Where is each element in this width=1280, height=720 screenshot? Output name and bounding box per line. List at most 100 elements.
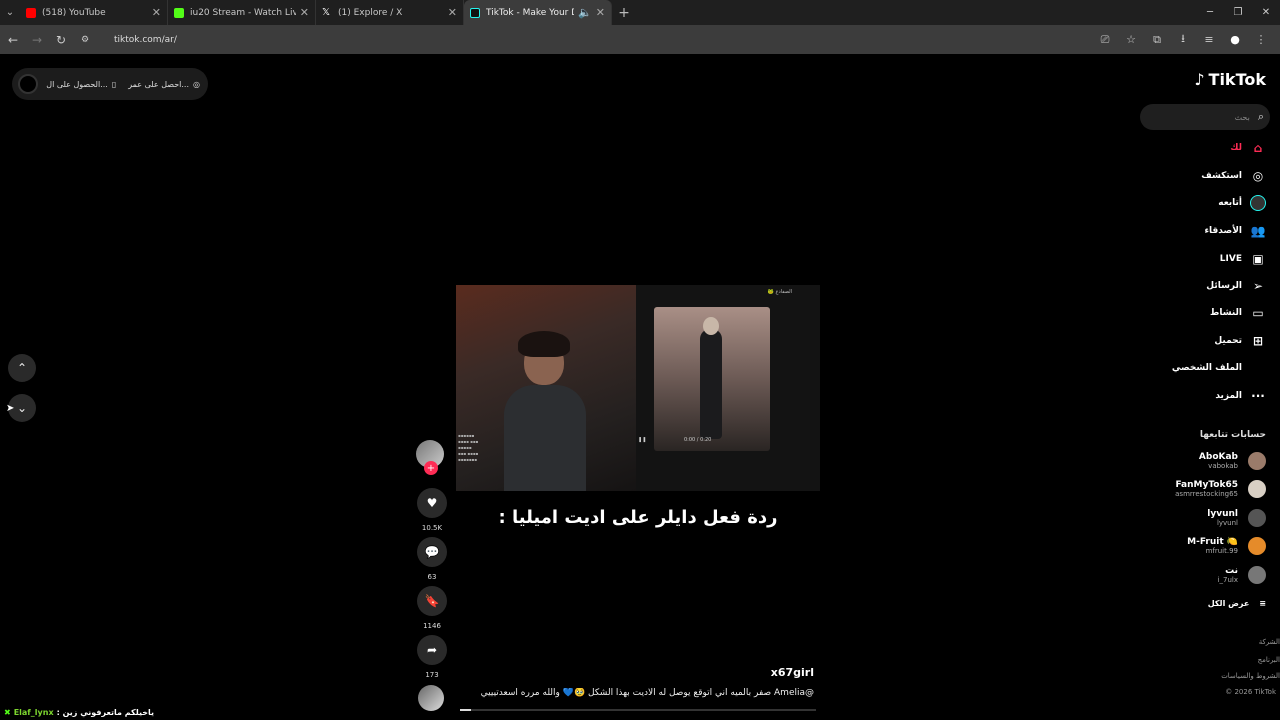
inner-time: 0:00 / 0:20 [683, 437, 712, 443]
get-desktop-app-button[interactable]: الحصول على ال... ▯ [46, 80, 116, 89]
site-info-icon[interactable]: ⚙ [74, 29, 96, 51]
get-desktop-label: الحصول على ال... [46, 79, 108, 89]
video-caption: ردة فعل دايلر على اديت اميليا : [498, 507, 778, 528]
nav-following[interactable]: أتابعه [1218, 195, 1266, 211]
pause-icon: ❚❚ [638, 437, 647, 443]
profile-avatar-icon[interactable]: ● [1222, 29, 1248, 51]
browser-toolbar: ← → ↻ ⚙ tiktok.com/ar/ ⎚ ☆ ⧉ ⭳ ≡ ● ⋮ [0, 25, 1280, 54]
account-item[interactable]: نت i_7ulx [1218, 566, 1266, 584]
window-close-icon[interactable]: ✕ [1252, 0, 1280, 25]
nav-more[interactable]: المزيد ··· [1215, 388, 1266, 404]
tab-tiktok[interactable]: TikTok - Make Your Day 🔈 ✕ [464, 0, 612, 25]
account-item[interactable]: AboKab vabokab [1199, 452, 1266, 470]
tab-title: (518) YouTube [42, 7, 106, 18]
share-action[interactable]: ➦ 173 [414, 635, 450, 679]
tab-x[interactable]: 𝕏 (1) Explore / X ✕ [316, 0, 464, 25]
account-item[interactable]: FanMyTok65 asmrrestocking65 [1175, 480, 1266, 498]
phone-icon: ▯ [111, 79, 117, 89]
back-icon[interactable]: ← [2, 29, 24, 51]
nav-activity[interactable]: النشاط ▭ [1210, 305, 1266, 321]
sound-avatar[interactable] [418, 685, 444, 711]
heart-icon[interactable]: ♥ [417, 488, 447, 518]
footer-terms[interactable]: الشروط والسياسات [1220, 672, 1280, 680]
close-icon[interactable]: ✕ [300, 6, 309, 19]
tab-youtube[interactable]: (518) YouTube ✕ [20, 0, 168, 25]
search-input[interactable]: بحث ⌕ [1140, 104, 1270, 130]
tab-search-icon[interactable]: ⌄ [0, 0, 20, 25]
account-handle: i_7ulx [1217, 576, 1238, 584]
get-app-button[interactable]: احصل على عمر... ◎ [128, 80, 200, 89]
forward-icon[interactable]: → [26, 29, 48, 51]
video-progress-bar[interactable] [460, 709, 816, 711]
avatar [1248, 452, 1266, 470]
reload-icon[interactable]: ↻ [50, 29, 72, 51]
download-icon[interactable]: ⭳ [1170, 29, 1196, 51]
nav-label: المزيد [1215, 391, 1242, 401]
maximize-icon[interactable]: ❐ [1224, 0, 1252, 25]
new-tab-button[interactable]: + [612, 0, 636, 25]
account-name: FanMyTok65 [1175, 480, 1238, 490]
tiktok-note-icon: ♪ [1194, 70, 1205, 89]
nav-label: الملف الشخصي [1171, 363, 1242, 373]
tab-kick[interactable]: iu20 Stream - Watch Live on Ki ✕ [168, 0, 316, 25]
nav-label: تحميل [1214, 336, 1242, 346]
comment-icon[interactable]: 💬 [417, 537, 447, 567]
save-count: 1146 [423, 622, 441, 630]
nav-profile[interactable]: الملف الشخصي [1172, 360, 1266, 376]
chat-username: Elaf_lynx [13, 707, 54, 717]
tiktok-page: الحصول على ال... ▯ احصل على عمر... ◎ ⌃ ⌄… [0, 54, 1280, 720]
stream-chat-overlay: ▪▪▪▪▪▪ ▪▪▪▪ ▪▪▪ ▪▪▪▪▪ ▪▪▪ ▪▪▪▪ ▪▪▪▪▪▪▪ [458, 433, 479, 462]
toggle-circle[interactable] [18, 74, 38, 94]
cast-icon[interactable]: ⎚ [1092, 29, 1118, 51]
close-icon[interactable]: ✕ [448, 6, 457, 19]
close-icon[interactable]: ✕ [152, 6, 161, 19]
address-bar[interactable]: tiktok.com/ar/ [102, 29, 1092, 51]
account-item[interactable]: lyvunl lyvunl [1207, 509, 1266, 527]
browser-tab-strip: ⌄ (518) YouTube ✕ iu20 Stream - Watch Li… [0, 0, 1280, 25]
profile-icon [1250, 360, 1266, 376]
account-name: AboKab [1198, 452, 1238, 462]
nav-messages[interactable]: الرسائل ➢ [1206, 278, 1266, 294]
progress-fill [460, 709, 471, 711]
nav-for-you[interactable]: لك ⌂ [1230, 140, 1266, 156]
save-action[interactable]: 🔖 1146 [414, 586, 450, 630]
extensions-icon[interactable]: ⧉ [1144, 29, 1170, 51]
media-icon[interactable]: ≡ [1196, 29, 1222, 51]
nav-explore[interactable]: استكشف ◎ [1201, 168, 1266, 184]
creator-avatar[interactable]: + [416, 440, 444, 475]
bookmark-icon[interactable]: 🔖 [417, 586, 447, 616]
nav-live[interactable]: LIVE ▣ [1220, 251, 1266, 267]
account-name: M-Fruit 🍋 [1187, 537, 1238, 547]
account-handle: mfruit.99 [1205, 547, 1238, 555]
follow-plus-icon[interactable]: + [424, 461, 438, 475]
nav-upload[interactable]: تحميل ⊞ [1214, 333, 1266, 349]
tab-title: (1) Explore / X [338, 7, 403, 18]
kick-icon [174, 7, 184, 18]
bookmark-star-icon[interactable]: ☆ [1118, 29, 1144, 51]
account-name: lyvunl [1207, 509, 1238, 519]
comment-action[interactable]: 💬 63 [414, 537, 450, 581]
comment-count: 63 [427, 573, 437, 581]
footer-company[interactable]: الشركة [1220, 638, 1280, 646]
menu-kebab-icon[interactable]: ⋮ [1248, 29, 1274, 51]
minimize-icon[interactable]: ─ [1196, 0, 1224, 25]
previous-video-button[interactable]: ⌃ [8, 354, 36, 382]
account-handle: lyvunl [1216, 519, 1238, 527]
account-handle: asmrrestocking65 [1175, 490, 1238, 498]
see-all-button[interactable]: عرض الكل ≡ [1208, 599, 1266, 608]
like-action[interactable]: ♥ 10.5K [414, 488, 450, 532]
chat-text: : ياخيلكم ماتعرفوني زين [56, 707, 155, 717]
live-icon: ▣ [1252, 252, 1264, 266]
close-icon[interactable]: ✕ [596, 6, 605, 19]
nav-friends[interactable]: الأصدقاء 👥 [1204, 223, 1266, 239]
get-app-label: احصل على عمر... [128, 79, 190, 89]
video-author[interactable]: x67girl [640, 666, 814, 679]
footer-program[interactable]: البرنامج [1220, 656, 1280, 664]
video-player[interactable]: ▪▪▪▪▪▪ ▪▪▪▪ ▪▪▪ ▪▪▪▪▪ ▪▪▪ ▪▪▪▪ ▪▪▪▪▪▪▪ الصفا… [456, 285, 820, 491]
chevron-up-icon: ⌃ [16, 361, 28, 375]
search-icon[interactable]: ⌕ [1258, 110, 1264, 124]
tiktok-logo[interactable]: ♪ TikTok [1194, 70, 1266, 89]
speaker-icon[interactable]: 🔈 [578, 6, 592, 19]
share-icon[interactable]: ➦ [417, 635, 447, 665]
account-item[interactable]: M-Fruit 🍋 mfruit.99 [1187, 537, 1266, 555]
